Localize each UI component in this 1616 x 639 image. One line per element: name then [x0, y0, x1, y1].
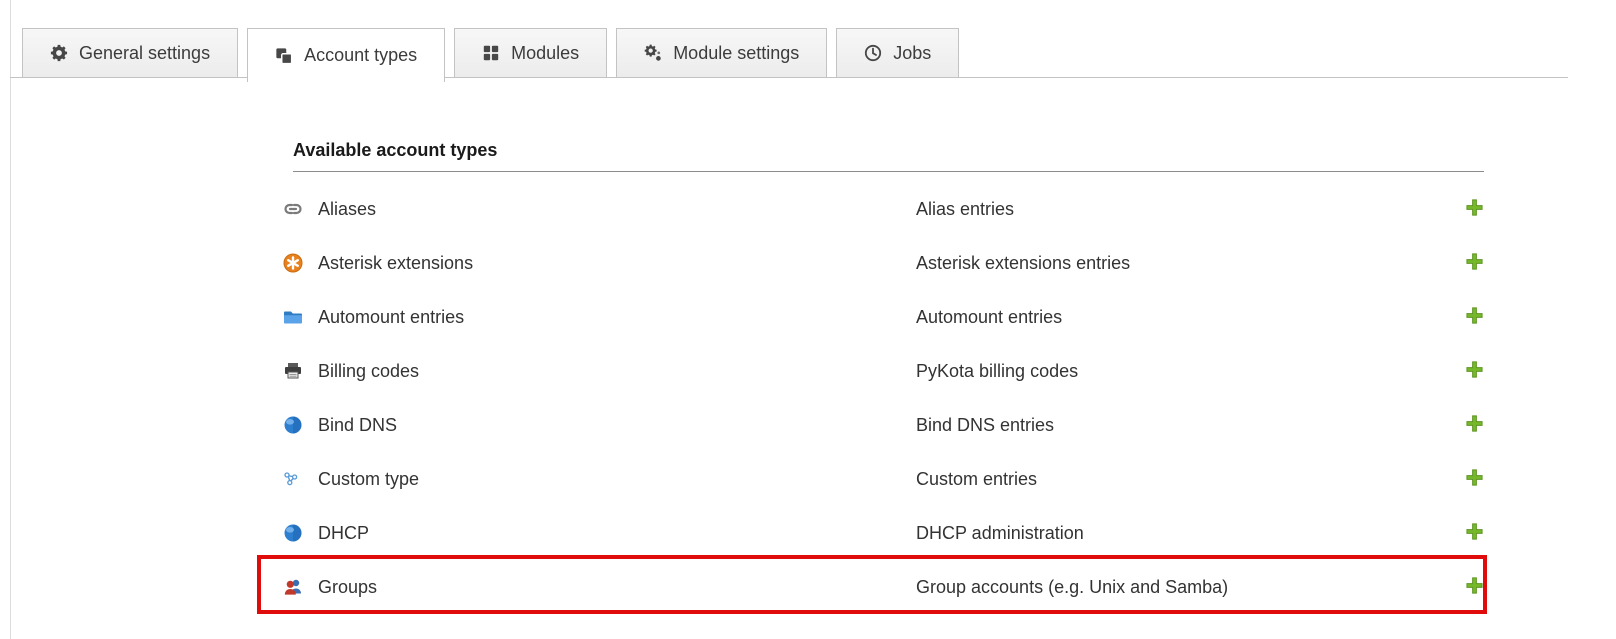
- account-types-panel: Available account types Aliases Alias en…: [283, 140, 1484, 614]
- globe-icon: [283, 415, 318, 435]
- plus-icon: [1465, 576, 1484, 598]
- add-account-type-button[interactable]: [1454, 467, 1484, 491]
- printer-icon: [283, 361, 318, 381]
- modules-icon: [482, 44, 500, 62]
- account-type-row-billing-codes: Billing codes PyKota billing codes: [283, 344, 1484, 398]
- plus-icon: [1465, 252, 1484, 274]
- account-type-name: Groups: [318, 577, 916, 598]
- tab-account-types[interactable]: Account types: [247, 28, 445, 82]
- account-type-name: Custom type: [318, 469, 916, 490]
- account-type-name: DHCP: [318, 523, 916, 544]
- section-title: Available account types: [293, 140, 1484, 161]
- tab-jobs[interactable]: Jobs: [836, 28, 959, 78]
- module-settings-icon: [644, 44, 662, 62]
- add-account-type-button[interactable]: [1454, 359, 1484, 383]
- page-left-border: [10, 0, 11, 639]
- add-account-type-button[interactable]: [1454, 197, 1484, 221]
- plus-icon: [1465, 522, 1484, 544]
- tab-label: Jobs: [893, 43, 931, 64]
- account-type-name: Asterisk extensions: [318, 253, 916, 274]
- plus-icon: [1465, 468, 1484, 490]
- account-type-description: Alias entries: [916, 199, 1454, 220]
- link-icon: [283, 199, 318, 219]
- account-type-row-dhcp: DHCP DHCP administration: [283, 506, 1484, 560]
- account-type-description: PyKota billing codes: [916, 361, 1454, 382]
- account-type-row-custom-type: Custom type Custom entries: [283, 452, 1484, 506]
- account-type-name: Bind DNS: [318, 415, 916, 436]
- account-type-row-aliases: Aliases Alias entries: [283, 182, 1484, 236]
- account-types-icon: [275, 47, 293, 65]
- account-type-row-groups: Groups Group accounts (e.g. Unix and Sam…: [283, 560, 1484, 614]
- account-type-description: DHCP administration: [916, 523, 1454, 544]
- account-type-description: Custom entries: [916, 469, 1454, 490]
- add-account-type-button[interactable]: [1454, 413, 1484, 437]
- tab-label: Module settings: [673, 43, 799, 64]
- account-type-row-automount: Automount entries Automount entries: [283, 290, 1484, 344]
- tab-label: Modules: [511, 43, 579, 64]
- plus-icon: [1465, 198, 1484, 220]
- account-type-list: Aliases Alias entries Asterisk extension…: [283, 182, 1484, 614]
- folder-icon: [283, 307, 318, 327]
- account-type-name: Billing codes: [318, 361, 916, 382]
- add-account-type-button[interactable]: [1454, 575, 1484, 599]
- account-type-description: Bind DNS entries: [916, 415, 1454, 436]
- add-account-type-button[interactable]: [1454, 521, 1484, 545]
- plus-icon: [1465, 306, 1484, 328]
- section-divider: [293, 171, 1484, 172]
- add-account-type-button[interactable]: [1454, 251, 1484, 275]
- group-icon: [283, 577, 318, 597]
- nodes-icon: [283, 471, 318, 487]
- asterisk-icon: [283, 253, 318, 273]
- account-type-name: Aliases: [318, 199, 916, 220]
- add-account-type-button[interactable]: [1454, 305, 1484, 329]
- plus-icon: [1465, 414, 1484, 436]
- account-type-description: Group accounts (e.g. Unix and Samba): [916, 577, 1454, 598]
- account-type-description: Asterisk extensions entries: [916, 253, 1454, 274]
- gear-icon: [50, 44, 68, 62]
- tab-module-settings[interactable]: Module settings: [616, 28, 827, 78]
- clock-icon: [864, 44, 882, 62]
- tab-label: Account types: [304, 45, 417, 66]
- globe-icon: [283, 523, 318, 543]
- account-type-description: Automount entries: [916, 307, 1454, 328]
- plus-icon: [1465, 360, 1484, 382]
- tab-modules[interactable]: Modules: [454, 28, 607, 78]
- tab-label: General settings: [79, 43, 210, 64]
- account-type-row-asterisk: Asterisk extensions Asterisk extensions …: [283, 236, 1484, 290]
- account-type-name: Automount entries: [318, 307, 916, 328]
- settings-tab-bar: General settings Account types Modules M…: [22, 28, 959, 82]
- account-type-row-bind-dns: Bind DNS Bind DNS entries: [283, 398, 1484, 452]
- tab-general-settings[interactable]: General settings: [22, 28, 238, 78]
